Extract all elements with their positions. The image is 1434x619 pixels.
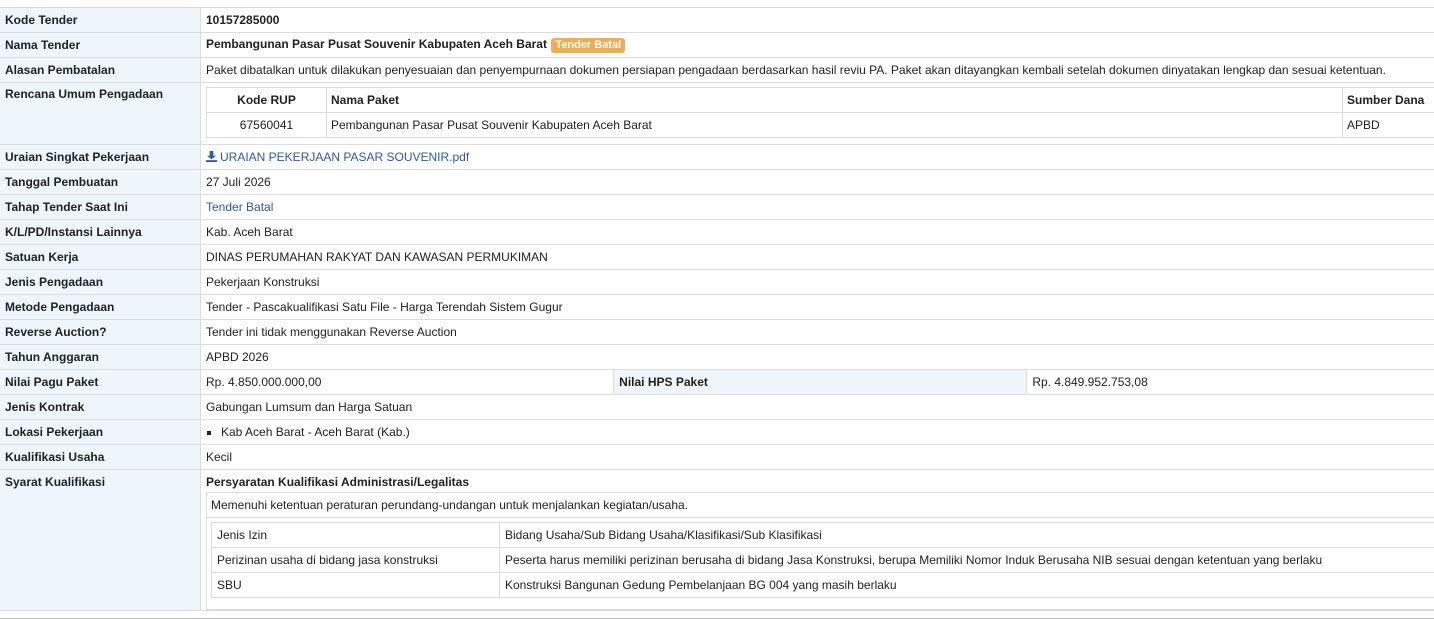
table-row: Perizinan usaha di bidang jasa konstruks… xyxy=(211,547,1434,573)
label-klpd: K/L/PD/Instansi Lainnya xyxy=(0,219,201,245)
izin-jenis: Perizinan usaha di bidang jasa konstruks… xyxy=(211,547,500,573)
izin-table: Jenis Izin Bidang Usaha/Sub Bidang Usaha… xyxy=(211,522,1434,598)
row-metode: Metode Pengadaan Tender - Pascakualifika… xyxy=(0,294,1434,320)
value-kualifikasi: Kecil xyxy=(200,444,1434,470)
rup-header-sumber: Sumber Dana xyxy=(1342,87,1434,113)
value-satker: DINAS PERUMAHAN RAKYAT DAN KAWASAN PERMU… xyxy=(200,244,1434,270)
label-lokasi: Lokasi Pekerjaan xyxy=(0,419,201,445)
status-badge: Tender Batal xyxy=(551,38,626,53)
row-uraian: Uraian Singkat Pekerjaan URAIAN PEKERJAA… xyxy=(0,144,1434,170)
label-tanggal: Tanggal Pembuatan xyxy=(0,169,201,195)
value-hps: Rp. 4.849.952.753,08 xyxy=(1026,369,1434,395)
izin-header-jenis: Jenis Izin xyxy=(211,522,500,548)
label-kontrak: Jenis Kontrak xyxy=(0,394,201,420)
cell-tahap: Tender Batal xyxy=(200,194,1434,220)
izin-bidang: Peserta harus memiliki perizinan berusah… xyxy=(499,547,1434,573)
row-kode-tender: Kode Tender 10157285000 xyxy=(0,8,1434,33)
label-rup: Rencana Umum Pengadaan xyxy=(0,82,201,145)
value-metode: Tender - Pascakualifikasi Satu File - Ha… xyxy=(200,294,1434,320)
row-kualifikasi: Kualifikasi Usaha Kecil xyxy=(0,444,1434,470)
cell-rup: Kode RUP Nama Paket Sumber Dana 67560041… xyxy=(200,82,1434,145)
row-rup: Rencana Umum Pengadaan Kode RUP Nama Pak… xyxy=(0,82,1434,145)
rup-nama: Pembangunan Pasar Pusat Souvenir Kabupat… xyxy=(326,112,1343,138)
value-pagu: Rp. 4.850.000.000,00 xyxy=(200,369,614,395)
izin-header-bidang: Bidang Usaha/Sub Bidang Usaha/Klasifikas… xyxy=(499,522,1434,548)
syarat-title: Persyaratan Kualifikasi Administrasi/Leg… xyxy=(206,475,469,489)
label-pagu: Nilai Pagu Paket xyxy=(0,369,201,395)
row-jenis: Jenis Pengadaan Pekerjaan Konstruksi xyxy=(0,269,1434,295)
cell-nama-tender: Pembangunan Pasar Pusat Souvenir Kabupat… xyxy=(200,32,1434,58)
row-tanggal: Tanggal Pembuatan 27 Juli 2026 xyxy=(0,169,1434,195)
syarat-box: Memenuhi ketentuan peraturan perundang-u… xyxy=(206,492,1434,610)
row-lokasi: Lokasi Pekerjaan Kab Aceh Barat - Aceh B… xyxy=(0,419,1434,445)
label-tahap: Tahap Tender Saat Ini xyxy=(0,194,201,220)
uraian-download-link[interactable]: URAIAN PEKERJAAN PASAR SOUVENIR.pdf xyxy=(206,150,469,164)
cell-uraian: URAIAN PEKERJAAN PASAR SOUVENIR.pdf xyxy=(200,144,1434,170)
cell-lokasi: Kab Aceh Barat - Aceh Barat (Kab.) xyxy=(200,419,1434,445)
label-hps: Nilai HPS Paket xyxy=(613,369,1028,395)
value-tahun: APBD 2026 xyxy=(200,344,1434,370)
row-reverse: Reverse Auction? Tender ini tidak menggu… xyxy=(0,319,1434,345)
rup-header-kode: Kode RUP xyxy=(206,87,327,113)
rup-table: Kode RUP Nama Paket Sumber Dana 67560041… xyxy=(206,87,1434,138)
value-nama-tender: Pembangunan Pasar Pusat Souvenir Kabupat… xyxy=(206,37,547,51)
syarat-desc: Memenuhi ketentuan peraturan perundang-u… xyxy=(207,493,1434,518)
izin-bidang: Konstruksi Bangunan Gedung Pembelanjaan … xyxy=(499,572,1434,598)
row-pagu: Nilai Pagu Paket Rp. 4.850.000.000,00 Ni… xyxy=(0,369,1434,395)
row-klpd: K/L/PD/Instansi Lainnya Kab. Aceh Barat xyxy=(0,219,1434,245)
row-alasan: Alasan Pembatalan Paket dibatalkan untuk… xyxy=(0,57,1434,83)
value-kontrak: Gabungan Lumsum dan Harga Satuan xyxy=(200,394,1434,420)
uraian-link-text: URAIAN PEKERJAAN PASAR SOUVENIR.pdf xyxy=(220,150,470,164)
value-jenis: Pekerjaan Konstruksi xyxy=(200,269,1434,295)
row-nama-tender: Nama Tender Pembangunan Pasar Pusat Souv… xyxy=(0,32,1434,58)
lokasi-list: Kab Aceh Barat - Aceh Barat (Kab.) xyxy=(206,425,1434,439)
label-syarat: Syarat Kualifikasi xyxy=(0,469,201,611)
download-icon xyxy=(206,151,217,162)
tender-detail-table: Kode Tender 10157285000 Nama Tender Pemb… xyxy=(0,8,1434,611)
label-kualifikasi: Kualifikasi Usaha xyxy=(0,444,201,470)
label-tahun: Tahun Anggaran xyxy=(0,344,201,370)
table-row: 67560041 Pembangunan Pasar Pusat Souveni… xyxy=(206,112,1434,138)
row-syarat: Syarat Kualifikasi Persyaratan Kualifika… xyxy=(0,469,1434,611)
row-tahap: Tahap Tender Saat Ini Tender Batal xyxy=(0,194,1434,220)
value-alasan: Paket dibatalkan untuk dilakukan penyesu… xyxy=(200,57,1434,83)
row-kontrak: Jenis Kontrak Gabungan Lumsum dan Harga … xyxy=(0,394,1434,420)
table-row: SBU Konstruksi Bangunan Gedung Pembelanj… xyxy=(211,572,1434,598)
izin-jenis: SBU xyxy=(211,572,500,598)
cell-syarat: Persyaratan Kualifikasi Administrasi/Leg… xyxy=(200,469,1434,611)
label-nama-tender: Nama Tender xyxy=(0,32,201,58)
tahap-link[interactable]: Tender Batal xyxy=(206,200,273,214)
rup-kode: 67560041 xyxy=(206,112,327,138)
label-alasan: Alasan Pembatalan xyxy=(0,57,201,83)
label-kode-tender: Kode Tender xyxy=(0,8,201,33)
rup-header-row: Kode RUP Nama Paket Sumber Dana xyxy=(206,87,1434,113)
label-reverse: Reverse Auction? xyxy=(0,319,201,345)
list-item: Kab Aceh Barat - Aceh Barat (Kab.) xyxy=(221,425,1434,439)
rup-sumber: APBD xyxy=(1342,112,1434,138)
row-tahun: Tahun Anggaran APBD 2026 xyxy=(0,344,1434,370)
value-klpd: Kab. Aceh Barat xyxy=(200,219,1434,245)
value-kode-tender: 10157285000 xyxy=(200,8,1434,33)
row-satker: Satuan Kerja DINAS PERUMAHAN RAKYAT DAN … xyxy=(0,244,1434,270)
izin-header-row: Jenis Izin Bidang Usaha/Sub Bidang Usaha… xyxy=(211,522,1434,548)
value-tanggal: 27 Juli 2026 xyxy=(200,169,1434,195)
tender-detail-panel: Kode Tender 10157285000 Nama Tender Pemb… xyxy=(0,7,1434,619)
label-uraian: Uraian Singkat Pekerjaan xyxy=(0,144,201,170)
label-satker: Satuan Kerja xyxy=(0,244,201,270)
rup-header-nama: Nama Paket xyxy=(326,87,1343,113)
label-metode: Metode Pengadaan xyxy=(0,294,201,320)
value-reverse: Tender ini tidak menggunakan Reverse Auc… xyxy=(200,319,1434,345)
label-jenis: Jenis Pengadaan xyxy=(0,269,201,295)
